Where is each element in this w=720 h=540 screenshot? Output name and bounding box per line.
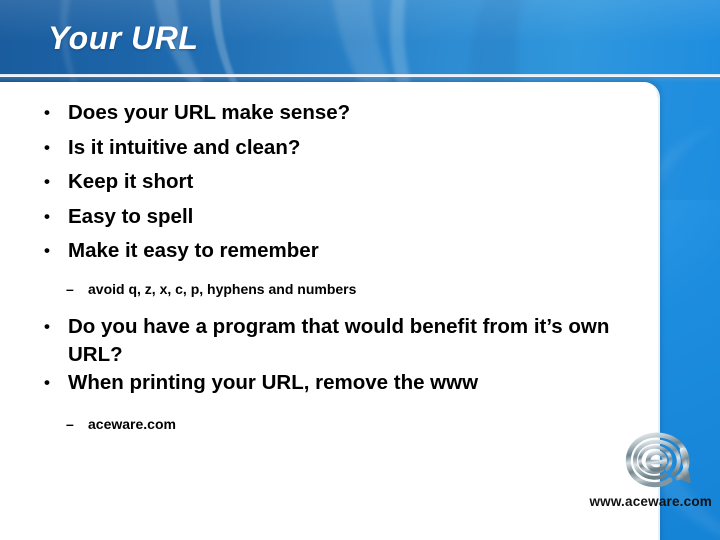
dash-marker-icon: – — [66, 415, 74, 432]
sub-list-item-label: aceware.com — [88, 415, 176, 432]
bullet-list: • Does your URL make sense? • Is it intu… — [0, 96, 640, 435]
list-item-label: Do you have a program that would benefit… — [68, 314, 610, 366]
sub-list-item: – avoid q, z, x, c, p, hyphens and numbe… — [0, 278, 640, 300]
list-item-label: Keep it short — [68, 170, 194, 193]
sub-list-item-label: avoid q, z, x, c, p, hyphens and numbers — [88, 280, 357, 297]
page-title: Your URL — [48, 20, 199, 56]
bullet-marker-icon: • — [44, 172, 50, 191]
dash-marker-icon: – — [66, 280, 74, 297]
list-item: • Make it easy to remember — [0, 234, 640, 269]
list-item: • Easy to spell — [0, 200, 640, 235]
slide: Your URL • Does your URL make sense? • I… — [0, 0, 720, 540]
bullet-marker-icon: • — [44, 103, 50, 122]
list-item-label: Does your URL make sense? — [68, 101, 351, 124]
aceware-at-logo-icon — [618, 428, 704, 494]
list-item: • Is it intuitive and clean? — [0, 131, 640, 166]
bullet-marker-icon: • — [44, 372, 50, 392]
bullet-marker-icon: • — [44, 206, 50, 226]
list-item-label: Easy to spell — [68, 204, 194, 228]
bullet-marker-icon: • — [44, 241, 50, 260]
list-item-label: When printing your URL, remove the www — [68, 370, 479, 394]
list-item: • Does your URL make sense? — [0, 96, 640, 131]
list-item-label: Make it easy to remember — [68, 239, 319, 262]
list-item: • Do you have a program that would benef… — [0, 313, 640, 369]
sub-list-item: – aceware.com — [0, 413, 640, 435]
footer-url: www.aceware.com — [589, 494, 712, 509]
bullet-group-secondary: • Do you have a program that would benef… — [0, 313, 640, 397]
list-item-label: Is it intuitive and clean? — [68, 135, 301, 159]
bullet-marker-icon: • — [44, 316, 50, 336]
bullet-marker-icon: • — [44, 137, 50, 157]
list-item: • Keep it short — [0, 165, 640, 200]
list-item: • When printing your URL, remove the www — [0, 369, 640, 397]
